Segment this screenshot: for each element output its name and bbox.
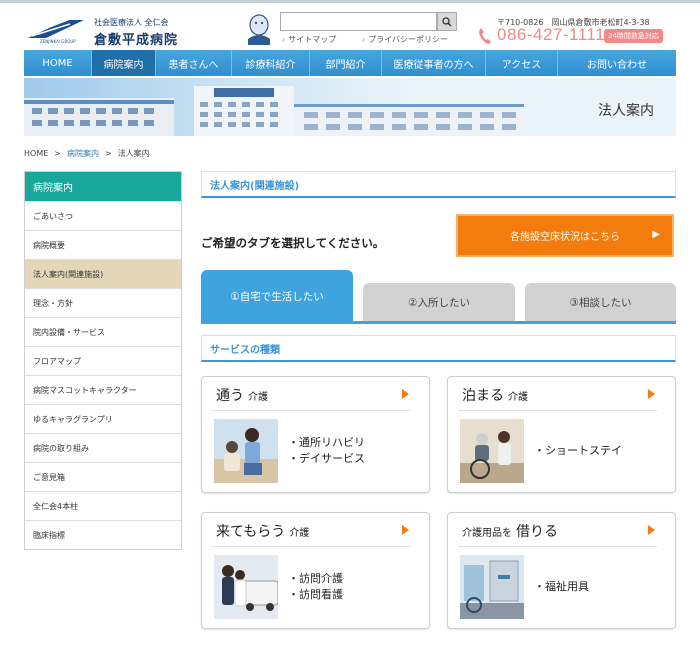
sidebar-item-feedback[interactable]: ご意見箱 [25,462,181,491]
welfare-equipment-photo [460,555,524,619]
tab-prompt: ご希望のタブを選択してください。 [201,236,385,250]
list-item: ・デイサービス [288,452,365,465]
search-button[interactable] [437,12,457,31]
privacy-link[interactable]: › プライバシーポリシー [362,34,448,45]
tab-admission[interactable]: ②入所したい [363,283,515,322]
sidebar-item-mascot[interactable]: 病院マスコットキャラクター [25,375,181,404]
chevron-right-icon: › [362,35,366,44]
card-title-suffix: 介護 [508,392,528,403]
chevron-right-icon: ▶ [652,229,660,240]
sidebar-item-greeting[interactable]: ごあいさつ [25,201,181,230]
breadcrumb-home[interactable]: HOME [24,149,48,158]
search-icon [442,16,452,27]
sidebar-item-floor-map[interactable]: フロアマップ [25,346,181,375]
card-divider [458,546,657,547]
card-divider [212,546,411,547]
svg-text:ZENJINKAI GROUP: ZENJINKAI GROUP [40,39,76,44]
card-title-main: 来てもらう [216,524,286,540]
sidebar-item-philosophy[interactable]: 理念・方針 [25,288,181,317]
nav-item-medical-staff[interactable]: 医療従事者の方へ [382,50,486,76]
arrow-right-icon [648,389,655,399]
sidebar-item-overview[interactable]: 病院概要 [25,230,181,259]
tab-live-at-home[interactable]: ①自宅で生活したい [201,270,353,322]
nav-item-divisions[interactable]: 部門紹介 [310,50,382,76]
list-item: ・訪問看護 [288,588,343,601]
nav-item-access[interactable]: アクセス [486,50,558,76]
card-service-list: ・訪問介護 ・訪問看護 [288,571,343,603]
card-title-main: 通う [216,388,244,404]
breadcrumb: HOME > 病院案内 > 法人案内 [24,148,150,159]
hospital-building-image [24,86,524,136]
card-service-list: ・ショートステイ [534,443,622,459]
list-item: ・ショートステイ [534,444,622,457]
card-title: 来てもらう 介護 [216,521,309,541]
sidebar-item-clinical-indicators[interactable]: 臨床指標 [25,520,181,549]
global-nav: HOME 病院案内 患者さんへ 診療科紹介 部門紹介 医療従事者の方へ アクセス… [24,50,676,76]
nav-item-hospital-guide[interactable]: 病院案内 [92,50,156,76]
card-title: 通う 介護 [216,385,268,405]
card-title: 泊まる 介護 [462,385,528,405]
card-title-main: 泊まる [462,388,504,404]
tabs-underline [201,321,676,324]
day-service-photo [214,419,278,483]
card-title-main: 借りる [516,524,558,540]
list-item: ・訪問介護 [288,572,343,585]
page-title: 法人案内 [598,103,654,119]
sidebar-item-facilities[interactable]: 院内設備・サービス [25,317,181,346]
sidebar-menu: 病院案内 ごあいさつ 病院概要 法人案内(関連施設) 理念・方針 院内設備・サー… [24,171,182,550]
page-banner: 法人案内 [24,78,676,136]
card-title-suffix: 介護 [289,528,310,539]
breadcrumb-parent[interactable]: 病院案内 [67,149,99,158]
sitemap-link[interactable]: › サイトマップ [282,34,336,45]
search-input[interactable] [280,12,437,31]
card-title-suffix: 介護 [248,392,268,403]
list-item: ・福祉用具 [534,580,589,593]
tab-consultation[interactable]: ③相談したい [525,283,676,322]
sitemap-link-label: サイトマップ [288,35,337,44]
mascot-icon [248,14,270,45]
vacancy-status-button[interactable]: 各施設空床状況はこちら ▶ [456,214,674,257]
privacy-link-label: プライバシーポリシー [368,35,449,44]
sidebar-item-corporation[interactable]: 法人案内(関連施設) [25,259,181,288]
service-card-day[interactable]: 通う 介護 ・通所リハビリ ・デイサービス [201,376,430,493]
services-title: サービスの種類 [201,335,676,362]
sidebar-item-four-pillars[interactable]: 全仁会4本柱 [25,491,181,520]
nav-item-departments[interactable]: 診療科紹介 [232,50,310,76]
card-title-prefix: 介護用品を [462,528,512,539]
home-visit-photo [214,555,278,619]
list-item: ・通所リハビリ [288,436,365,449]
site-header: ZENJINKAI GROUP 社会医療法人 全仁会 倉敷平成病院 › サイトマッ… [0,0,700,50]
arrow-right-icon [402,389,409,399]
nav-item-patients[interactable]: 患者さんへ [156,50,232,76]
short-stay-photo [460,419,524,483]
phone-number[interactable]: 086-427-1111 [497,25,605,45]
logo-org-name: 社会医療法人 全仁会 [94,18,169,27]
sidebar-item-yurukyara[interactable]: ゆるキャラグランプリ [25,404,181,433]
service-card-rental[interactable]: 介護用品を 借りる ・福祉用具 [447,512,676,629]
breadcrumb-separator: > [104,149,112,158]
sidebar-item-initiatives[interactable]: 病院の取り組み [25,433,181,462]
card-service-list: ・福祉用具 [534,579,589,595]
arrow-right-icon [402,525,409,535]
card-divider [458,410,657,411]
arrow-right-icon [648,525,655,535]
service-card-visit[interactable]: 来てもらう 介護 ・訪問介護 ・訪問看護 [201,512,430,629]
breadcrumb-separator: > [54,149,61,158]
card-divider [212,410,411,411]
breadcrumb-current: 法人案内 [117,149,150,158]
section-title: 法人案内(関連施設) [201,171,676,198]
card-service-list: ・通所リハビリ ・デイサービス [288,435,365,467]
emergency-badge: 24時間救急対応 [604,29,663,43]
nav-item-home[interactable]: HOME [24,50,92,76]
sidebar-heading[interactable]: 病院案内 [25,172,181,201]
chevron-right-icon: › [282,35,286,44]
nav-item-contact[interactable]: お問い合わせ [558,50,676,76]
vacancy-status-label: 各施設空床状況はこちら [510,232,620,243]
service-card-stay[interactable]: 泊まる 介護 ・ショートステイ [447,376,676,493]
phone-icon [479,28,491,44]
logo-hospital-name[interactable]: 倉敷平成病院 [94,29,178,48]
zenjinkai-logo-icon[interactable]: ZENJINKAI GROUP [26,16,86,44]
card-title: 介護用品を 借りる [462,521,558,541]
